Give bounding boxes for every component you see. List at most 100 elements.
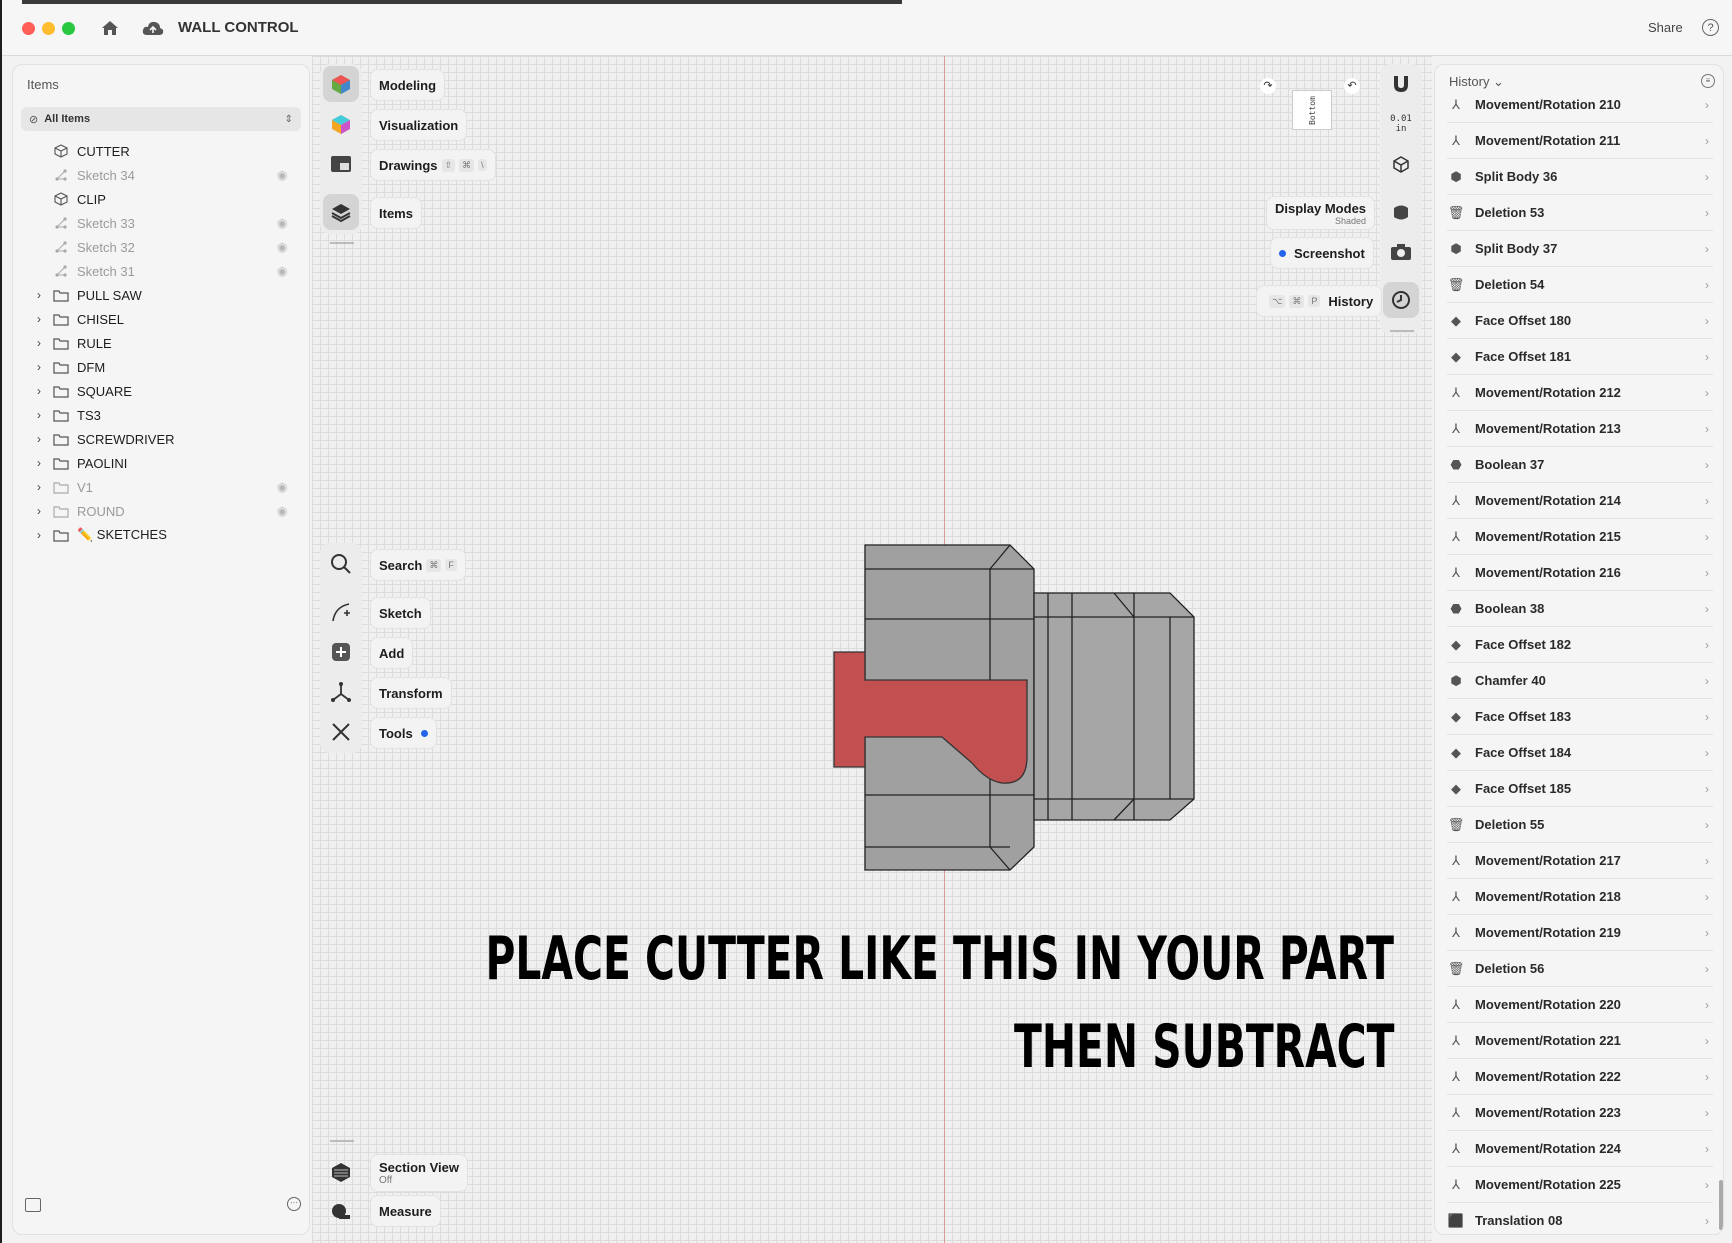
tree-item[interactable]: › PULL SAW <box>13 283 309 307</box>
modeling-tab[interactable]: Modeling <box>370 69 446 101</box>
sketch-button[interactable]: Sketch <box>370 597 431 629</box>
drawings-icon[interactable] <box>323 146 359 182</box>
history-item[interactable]: ⬣ Boolean 37 › <box>1447 447 1713 483</box>
minimize-window-button[interactable] <box>42 22 55 35</box>
history-item[interactable]: 🗑 Deletion 55 › <box>1447 807 1713 843</box>
undo-icon[interactable]: ↶ <box>1344 78 1360 94</box>
history-item[interactable]: 🗑 Deletion 54 › <box>1447 267 1713 303</box>
history-item[interactable]: ◆ Face Offset 180 › <box>1447 303 1713 339</box>
history-item[interactable]: ⅄ Movement/Rotation 218 › <box>1447 879 1713 915</box>
view-cube[interactable]: Bottom <box>1292 90 1332 130</box>
snap-increment[interactable]: 0.01 in <box>1383 114 1419 134</box>
drawings-tab[interactable]: Drawings ⇧ ⌘ \ <box>370 149 496 181</box>
transform-button[interactable]: Transform <box>370 677 452 709</box>
history-item[interactable]: ⬣ Boolean 38 › <box>1447 591 1713 627</box>
help-icon[interactable]: ? <box>1702 19 1719 36</box>
search-icon[interactable] <box>323 546 359 582</box>
tree-item[interactable]: Sketch 34 ◉ <box>13 163 309 187</box>
items-filter-select[interactable]: ⊘ All Items ⇕ <box>21 107 301 131</box>
history-item[interactable]: ⅄ Movement/Rotation 211 › <box>1447 123 1713 159</box>
history-item[interactable]: ⅄ Movement/Rotation 213 › <box>1447 411 1713 447</box>
history-item[interactable]: ⅄ Movement/Rotation 222 › <box>1447 1059 1713 1095</box>
history-item[interactable]: ⅄ Movement/Rotation 214 › <box>1447 483 1713 519</box>
search-button[interactable]: Search ⌘ F <box>370 549 466 581</box>
shaded-display-icon[interactable] <box>1383 194 1419 230</box>
add-icon[interactable] <box>323 634 359 670</box>
tree-item[interactable]: › SCREWDRIVER <box>13 427 309 451</box>
history-item[interactable]: ⅄ Movement/Rotation 220 › <box>1447 987 1713 1023</box>
tree-item[interactable]: Sketch 31 ◉ <box>13 259 309 283</box>
filter-icon[interactable]: ≡ <box>1701 74 1715 88</box>
measure-tape-icon[interactable] <box>323 1194 359 1230</box>
tree-item[interactable]: › ✏️ SKETCHES <box>13 523 309 547</box>
expand-chevron-icon[interactable]: › <box>37 360 41 374</box>
zoom-window-button[interactable] <box>62 22 75 35</box>
visibility-eye-icon[interactable]: ◉ <box>277 504 287 518</box>
tree-item[interactable]: › DFM <box>13 355 309 379</box>
tree-item[interactable]: › PAOLINI <box>13 451 309 475</box>
history-item[interactable]: 🗑 Deletion 53 › <box>1447 195 1713 231</box>
history-item[interactable]: ⬢ Split Body 36 › <box>1447 159 1713 195</box>
tools-wrench-icon[interactable] <box>323 714 359 750</box>
history-item[interactable]: ◆ Face Offset 181 › <box>1447 339 1713 375</box>
expand-chevron-icon[interactable]: › <box>37 432 41 446</box>
history-item[interactable]: ⅄ Movement/Rotation 221 › <box>1447 1023 1713 1059</box>
display-modes-button[interactable]: Display Modes Shaded <box>1266 196 1376 230</box>
tree-item[interactable]: CUTTER <box>13 139 309 163</box>
camera-icon[interactable] <box>1383 234 1419 270</box>
share-button[interactable]: Share <box>1648 20 1683 35</box>
history-item[interactable]: ◆ Face Offset 184 › <box>1447 735 1713 771</box>
expand-chevron-icon[interactable]: › <box>37 288 41 302</box>
history-item[interactable]: ◆ Face Offset 182 › <box>1447 627 1713 663</box>
expand-chevron-icon[interactable]: › <box>37 456 41 470</box>
visibility-eye-icon[interactable]: ◉ <box>277 168 287 182</box>
expand-chevron-icon[interactable]: › <box>37 480 41 494</box>
expand-chevron-icon[interactable]: › <box>37 408 41 422</box>
axis-gizmo-icon[interactable] <box>1383 146 1419 182</box>
expand-chevron-icon[interactable]: › <box>37 528 41 542</box>
cloud-upload-icon[interactable] <box>142 19 164 37</box>
close-window-button[interactable] <box>22 22 35 35</box>
home-icon[interactable] <box>100 18 120 38</box>
history-item[interactable]: ⬛ Translation 08 › <box>1447 1203 1713 1234</box>
expand-chevron-icon[interactable]: › <box>37 504 41 518</box>
expand-chevron-icon[interactable]: › <box>37 312 41 326</box>
visibility-eye-icon[interactable]: ◉ <box>277 480 287 494</box>
section-view-icon[interactable] <box>323 1154 359 1190</box>
tree-item[interactable]: › CHISEL <box>13 307 309 331</box>
new-folder-icon[interactable] <box>25 1198 41 1212</box>
tree-item[interactable]: CLIP <box>13 187 309 211</box>
expand-chevron-icon[interactable]: › <box>37 384 41 398</box>
history-item[interactable]: ⅄ Movement/Rotation 223 › <box>1447 1095 1713 1131</box>
history-item[interactable]: ◆ Face Offset 185 › <box>1447 771 1713 807</box>
history-item[interactable]: ⅄ Movement/Rotation 219 › <box>1447 915 1713 951</box>
measure-button[interactable]: Measure <box>370 1195 441 1227</box>
sketch-curve-icon[interactable] <box>323 594 359 630</box>
history-item[interactable]: ⅄ Movement/Rotation 217 › <box>1447 843 1713 879</box>
visibility-eye-icon[interactable]: ◉ <box>277 264 287 278</box>
tools-button[interactable]: Tools <box>370 717 437 749</box>
history-item[interactable]: ⅄ Movement/Rotation 215 › <box>1447 519 1713 555</box>
tree-item[interactable]: › ROUND ◉ <box>13 499 309 523</box>
history-item[interactable]: ⅄ Movement/Rotation 212 › <box>1447 375 1713 411</box>
expand-chevron-icon[interactable]: › <box>37 336 41 350</box>
tree-item[interactable]: › V1 ◉ <box>13 475 309 499</box>
visibility-eye-icon[interactable]: ◉ <box>277 216 287 230</box>
tree-item[interactable]: › RULE <box>13 331 309 355</box>
tree-item[interactable]: › TS3 <box>13 403 309 427</box>
items-tab[interactable]: Items <box>370 197 422 229</box>
screenshot-button[interactable]: Screenshot <box>1270 237 1374 269</box>
history-button[interactable]: ⌥ ⌘ P History <box>1256 285 1383 317</box>
visualization-tab[interactable]: Visualization <box>370 109 468 141</box>
history-item[interactable]: ⬢ Split Body 37 › <box>1447 231 1713 267</box>
visualization-icon[interactable] <box>323 106 359 142</box>
tree-item[interactable]: › SQUARE <box>13 379 309 403</box>
magnet-snap-icon[interactable] <box>1383 66 1419 102</box>
layers-icon[interactable] <box>323 194 359 230</box>
history-item[interactable]: ⬢ Chamfer 40 › <box>1447 663 1713 699</box>
more-options-icon[interactable]: ··· <box>287 1197 301 1211</box>
tree-item[interactable]: Sketch 32 ◉ <box>13 235 309 259</box>
transform-axes-icon[interactable] <box>323 674 359 710</box>
redo-icon[interactable]: ↷ <box>1260 78 1276 94</box>
history-clock-icon[interactable] <box>1383 282 1419 318</box>
